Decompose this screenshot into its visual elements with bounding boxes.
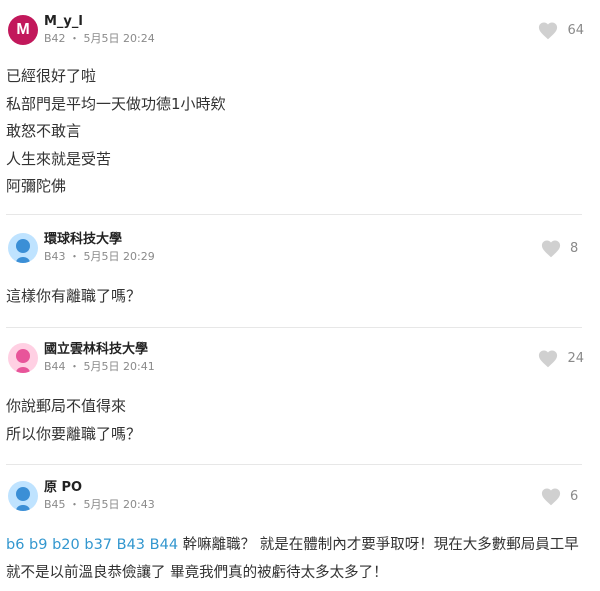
- like-count: 6: [570, 488, 579, 504]
- comment-header: 國立雲林科技大學 B44 ・ 5月5日 20:41: [8, 341, 155, 375]
- user-silhouette-icon: [16, 487, 30, 511]
- comment-meta: B43 ・ 5月5日 20:29: [44, 250, 155, 263]
- comment-text: 幹嘛離職？ 就是在體制內才要爭取呀！現在大多數郵局員工早: [182, 537, 579, 553]
- divider: [6, 327, 582, 328]
- comment-text: 就不是以前溫良恭儉讓了 畢竟我們真的被虧待太多太多了！: [6, 564, 388, 581]
- author-name[interactable]: 原 PO: [44, 480, 155, 496]
- comment-meta: B45 ・ 5月5日 20:43: [44, 498, 155, 511]
- heart-icon: [539, 350, 558, 368]
- floor-tag[interactable]: B43: [117, 537, 145, 553]
- heart-icon: [539, 22, 558, 40]
- comment-meta: B44 ・ 5月5日 20:41: [44, 360, 155, 373]
- user-silhouette-icon: [16, 239, 30, 263]
- avatar[interactable]: [8, 233, 38, 263]
- floor-tag[interactable]: b37: [84, 537, 112, 553]
- author-name[interactable]: 環球科技大學: [44, 232, 155, 248]
- comment-header: M M_y_l B42 ・ 5月5日 20:24: [8, 13, 155, 47]
- comment-header: 原 PO B45 ・ 5月5日 20:43: [8, 479, 155, 513]
- floor-tag[interactable]: b20: [52, 537, 80, 553]
- like-count: 8: [570, 240, 579, 256]
- like-count: 64: [567, 22, 584, 38]
- divider: [6, 464, 582, 465]
- floor-tag[interactable]: b6: [6, 537, 24, 553]
- avatar[interactable]: [8, 343, 38, 373]
- like-button[interactable]: 24: [537, 348, 584, 368]
- comment-header: 環球科技大學 B43 ・ 5月5日 20:29: [8, 231, 155, 265]
- like-button[interactable]: 8: [540, 238, 584, 258]
- author-name[interactable]: 國立雲林科技大學: [44, 342, 155, 358]
- like-count: 24: [567, 350, 584, 366]
- author-name[interactable]: M_y_l: [44, 14, 155, 30]
- like-button[interactable]: 64: [537, 20, 584, 40]
- floor-tag[interactable]: b9: [29, 537, 47, 553]
- like-button[interactable]: 6: [540, 486, 584, 506]
- floor-tag[interactable]: B44: [150, 537, 178, 553]
- avatar[interactable]: [8, 481, 38, 511]
- comment-body: 已經很好了啦 私部門是平均一天做功德1小時欸 敢怒不敢言 人生來就是受苦 阿彌陀…: [6, 67, 226, 195]
- avatar[interactable]: M: [8, 15, 38, 45]
- heart-icon: [541, 240, 561, 258]
- comment-meta: B42 ・ 5月5日 20:24: [44, 32, 155, 45]
- divider: [6, 214, 582, 215]
- comment-body: b6 b9 b20 b37 B43 B44 幹嘛離職？ 就是在體制內才要爭取呀！…: [6, 532, 590, 587]
- heart-icon: [541, 488, 561, 506]
- user-silhouette-icon: [16, 349, 30, 373]
- comment-body: 這樣你有離職了嗎？: [6, 287, 142, 305]
- comment-body: 你說郵局不值得來 所以你要離職了嗎？: [6, 397, 142, 443]
